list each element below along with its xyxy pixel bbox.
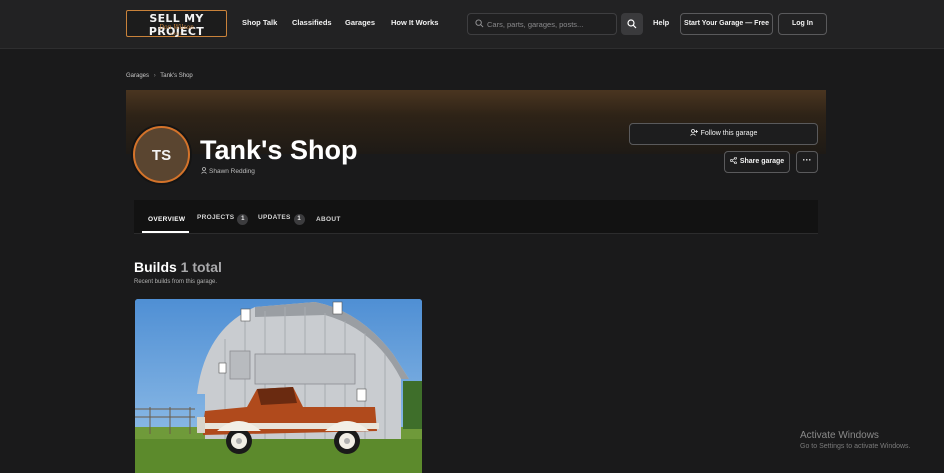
help-link[interactable]: Help: [653, 18, 669, 27]
tab-label: UPDATES: [258, 214, 291, 221]
breadcrumb-current: Tank's Shop: [160, 73, 193, 79]
owner-name: Shawn Redding: [209, 168, 255, 175]
user-icon: [201, 167, 207, 174]
tab-label: ABOUT: [316, 216, 341, 223]
garage-tabs: OVERVIEW PROJECTS 1 UPDATES 1 ABOUT: [134, 200, 818, 234]
nav-link-shop-talk[interactable]: Shop Talk: [242, 18, 277, 27]
build-photo: [135, 299, 422, 473]
activate-windows-title: Activate Windows: [800, 430, 879, 441]
more-icon: ···: [802, 155, 812, 165]
logo-year: 1961: [170, 31, 183, 36]
tab-projects[interactable]: PROJECTS 1: [197, 214, 249, 225]
activate-windows-subtitle: Go to Settings to activate Windows.: [800, 443, 911, 450]
garage-avatar: TS: [133, 126, 190, 183]
active-tab-indicator: [142, 231, 189, 233]
breadcrumb: Garages › Tank's Shop: [126, 73, 193, 79]
builds-heading: Builds 1 total: [134, 259, 222, 275]
share-label: Share garage: [739, 158, 785, 165]
tab-label: PROJECTS: [197, 214, 235, 221]
follow-garage-button[interactable]: Follow this garage: [629, 123, 818, 145]
tab-label: OVERVIEW: [148, 216, 186, 223]
site-logo[interactable]: SELL MY PROJECT Don Wilson 1961: [126, 10, 227, 38]
more-options-button[interactable]: ···: [796, 151, 818, 173]
avatar-initials: TS: [151, 147, 172, 164]
projects-count-badge: 1: [237, 214, 249, 225]
build-card[interactable]: [135, 299, 422, 473]
nav-link-classifieds[interactable]: Classifieds: [292, 18, 332, 27]
tab-overview[interactable]: OVERVIEW: [148, 216, 185, 223]
login-button[interactable]: Log In: [778, 13, 827, 35]
follow-label: Follow this garage: [700, 130, 758, 137]
search-placeholder: Cars, parts, garages, posts...: [487, 20, 584, 29]
share-garage-button[interactable]: Share garage: [724, 151, 790, 173]
builds-subtitle: Recent builds from this garage.: [134, 279, 218, 285]
top-navigation-bar: SELL MY PROJECT Don Wilson 1961 Shop Tal…: [0, 0, 944, 49]
tab-updates[interactable]: UPDATES 1: [258, 214, 305, 225]
start-garage-button[interactable]: Start Your Garage — Free: [680, 13, 773, 35]
breadcrumb-garages-link[interactable]: Garages: [126, 73, 149, 79]
garage-owner[interactable]: Shawn Redding: [201, 167, 255, 175]
logo-tagline: Don Wilson: [159, 24, 194, 31]
tab-about[interactable]: ABOUT: [316, 216, 341, 223]
builds-title: Builds: [134, 259, 177, 275]
updates-count-badge: 1: [293, 214, 305, 225]
share-icon: [729, 156, 737, 165]
breadcrumb-separator: ›: [153, 73, 156, 79]
garage-title: Tank's Shop: [200, 135, 358, 165]
search-icon: [627, 19, 637, 29]
search-button[interactable]: [621, 13, 643, 35]
user-plus-icon: [689, 129, 698, 136]
nav-link-how-it-works[interactable]: How It Works: [391, 18, 438, 27]
search-input[interactable]: Cars, parts, garages, posts...: [467, 13, 617, 35]
builds-total: 1 total: [180, 259, 222, 275]
search-icon: [475, 19, 484, 28]
nav-link-garages[interactable]: Garages: [345, 18, 375, 27]
